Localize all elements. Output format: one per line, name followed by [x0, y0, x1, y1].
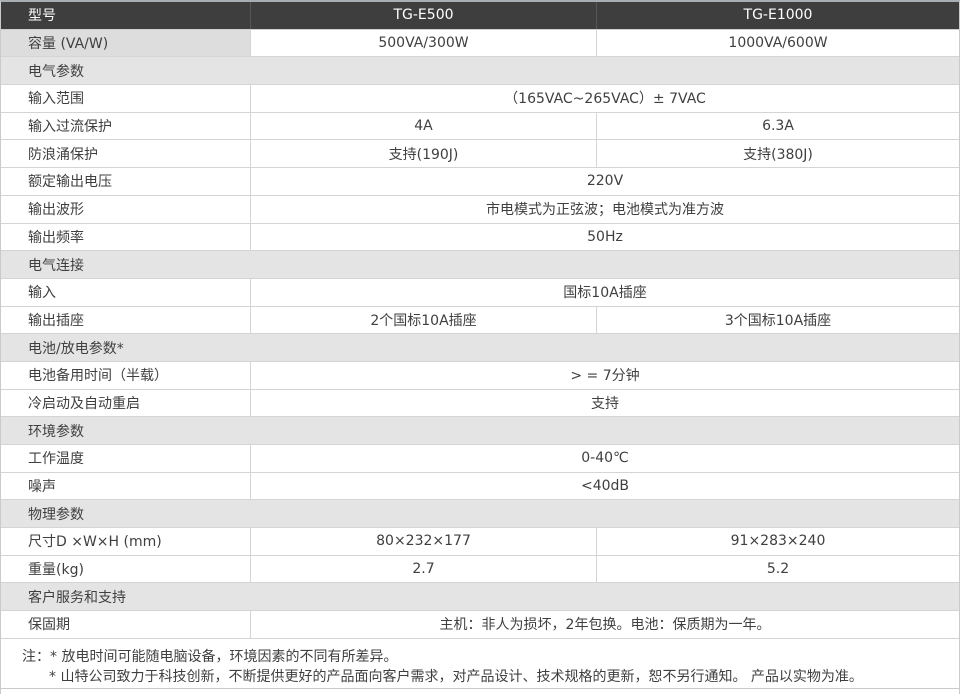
column-header-model: 型号	[1, 2, 251, 29]
cell-value: 支持(380J)	[597, 140, 959, 167]
row-battery-backup-time: 电池备用时间（半载） > = 7分钟	[1, 362, 959, 390]
row-label: 额定输出电压	[1, 168, 251, 195]
section-title: 电池/放电参数*	[1, 334, 959, 361]
row-output-frequency: 输出频率 50Hz	[1, 224, 959, 252]
row-warranty: 保固期 主机：非人为损坏，2年包换。电池：保质期为一年。	[1, 611, 959, 639]
row-label: 重量(kg)	[1, 556, 251, 583]
row-label: 容量 (VA/W)	[1, 30, 251, 57]
row-surge-protection: 防浪涌保护 支持(190J) 支持(380J)	[1, 140, 959, 168]
section-title: 客户服务和支持	[1, 583, 959, 610]
row-section-customer-service: 客户服务和支持	[1, 583, 959, 611]
cell-value: 支持	[251, 390, 959, 417]
cell-value: 1000VA/600W	[597, 30, 959, 57]
row-output-waveform: 输出波形 市电模式为正弦波；电池模式为准方波	[1, 196, 959, 224]
column-header-tg-e500: TG-E500	[251, 2, 597, 29]
row-operating-temperature: 工作温度 0-40℃	[1, 445, 959, 473]
section-title: 环境参数	[1, 417, 959, 444]
row-weight: 重量(kg) 2.7 5.2	[1, 556, 959, 584]
table-header-row: 型号 TG-E500 TG-E1000	[1, 2, 959, 30]
row-input: 输入 国标10A插座	[1, 279, 959, 307]
footnotes: 注：* 放电时间可能随电脑设备，环境因素的不同有所差异。 * 山特公司致力于科技…	[1, 639, 959, 689]
cell-value: 支持(190J)	[251, 140, 597, 167]
row-rated-output-voltage: 额定输出电压 220V	[1, 168, 959, 196]
column-header-tg-e1000: TG-E1000	[597, 2, 959, 29]
cell-value: 80×232×177	[251, 528, 597, 555]
section-title: 电气连接	[1, 251, 959, 278]
cell-value: 国标10A插座	[251, 279, 959, 306]
cell-value: 市电模式为正弦波；电池模式为准方波	[251, 196, 959, 223]
ups-spec-sheet: 型号 TG-E500 TG-E1000 容量 (VA/W) 500VA/300W…	[0, 0, 960, 694]
row-label: 输入过流保护	[1, 113, 251, 140]
cell-value: 6.3A	[597, 113, 959, 140]
row-section-electrical-parameters: 电气参数	[1, 57, 959, 85]
row-label: 工作温度	[1, 445, 251, 472]
row-label: 噪声	[1, 473, 251, 500]
row-section-battery-discharge: 电池/放电参数*	[1, 334, 959, 362]
row-section-environment: 环境参数	[1, 417, 959, 445]
cell-value: 3个国标10A插座	[597, 307, 959, 334]
row-cold-start-auto-restart: 冷启动及自动重启 支持	[1, 390, 959, 418]
row-label: 保固期	[1, 611, 251, 638]
cell-value: （165VAC~265VAC）± 7VAC	[251, 85, 959, 112]
row-label: 输入	[1, 279, 251, 306]
footnote-line-2: * 山特公司致力于科技创新，不断提供更好的产品面向客户需求，对产品设计、技术规格…	[49, 667, 939, 687]
section-title: 电气参数	[1, 57, 959, 84]
row-noise: 噪声 <40dB	[1, 473, 959, 501]
cell-value: 5.2	[597, 556, 959, 583]
cell-value: 2.7	[251, 556, 597, 583]
row-section-electrical-connection: 电气连接	[1, 251, 959, 279]
cell-value: 50Hz	[251, 224, 959, 251]
cell-value: > = 7分钟	[251, 362, 959, 389]
row-input-overcurrent-protection: 输入过流保护 4A 6.3A	[1, 113, 959, 141]
row-label: 电池备用时间（半载）	[1, 362, 251, 389]
cell-value: <40dB	[251, 473, 959, 500]
cell-value: 91×283×240	[597, 528, 959, 555]
section-title: 物理参数	[1, 500, 959, 527]
row-label: 输出波形	[1, 196, 251, 223]
cell-value: 500VA/300W	[251, 30, 597, 57]
row-input-range: 输入范围 （165VAC~265VAC）± 7VAC	[1, 85, 959, 113]
row-label: 输入范围	[1, 85, 251, 112]
row-output-sockets: 输出插座 2个国标10A插座 3个国标10A插座	[1, 307, 959, 335]
row-capacity: 容量 (VA/W) 500VA/300W 1000VA/600W	[1, 30, 959, 58]
row-dimensions: 尺寸D ×W×H (mm) 80×232×177 91×283×240	[1, 528, 959, 556]
cell-value: 4A	[251, 113, 597, 140]
cell-value: 主机：非人为损坏，2年包换。电池：保质期为一年。	[251, 611, 959, 638]
row-label: 尺寸D ×W×H (mm)	[1, 528, 251, 555]
cell-value: 0-40℃	[251, 445, 959, 472]
cell-value: 220V	[251, 168, 959, 195]
cell-value: 2个国标10A插座	[251, 307, 597, 334]
row-label: 输出插座	[1, 307, 251, 334]
row-label: 输出频率	[1, 224, 251, 251]
row-label: 防浪涌保护	[1, 140, 251, 167]
footnote-line-1: 注：* 放电时间可能随电脑设备，环境因素的不同有所差异。	[22, 647, 939, 667]
row-section-physical: 物理参数	[1, 500, 959, 528]
row-label: 冷启动及自动重启	[1, 390, 251, 417]
